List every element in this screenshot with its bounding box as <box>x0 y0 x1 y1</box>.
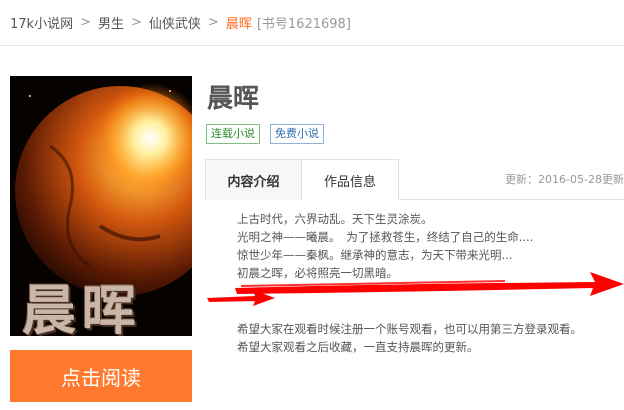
breadcrumb-current: 晨晖 <box>225 17 252 32</box>
book-description: 上古时代，六界动乱。天下生灵涂炭。 光明之神——曦晨。 为了拯救苍生，终结了自己… <box>237 210 622 356</box>
breadcrumb: 17k小说网 > 男生 > 仙侠武侠 > 晨晖 [书号1621698] <box>0 0 624 46</box>
tag-list: 连载小说 免费小说 <box>206 124 324 144</box>
update-time: 更新：2016-05-28更新 <box>505 173 624 186</box>
read-button[interactable]: 点击阅读 <box>10 350 192 402</box>
book-cover[interactable]: 晨晖 <box>10 76 192 336</box>
breadcrumb-male-link[interactable]: 男生 <box>98 13 124 32</box>
breadcrumb-separator: > <box>131 15 142 30</box>
breadcrumb-category-link[interactable]: 仙侠武侠 <box>149 13 201 32</box>
tab-bar: 内容介绍 作品信息 更新：2016-05-28更新 <box>205 159 624 200</box>
book-id: [书号1621698] <box>256 17 351 32</box>
cover-title: 晨晖 <box>22 278 142 336</box>
description-line: 惊世少年——秦枫。继承神的意志，为天下带来光明... <box>237 248 513 262</box>
tag-free[interactable]: 免费小说 <box>270 124 324 144</box>
book-page: 17k小说网 > 男生 > 仙侠武侠 > 晨晖 [书号1621698] 晨晖 点… <box>0 0 624 410</box>
description-line: 光明之神——曦晨。 为了拯救苍生，终结了自己的生命.... <box>237 230 534 244</box>
breadcrumb-separator: > <box>80 15 91 30</box>
description-line: 初晨之晖，必将照亮一切黑暗。 <box>237 266 398 280</box>
description-line: 上古时代，六界动乱。天下生灵涂炭。 <box>237 212 433 226</box>
description-line: 希望大家观看之后收藏，一直支持晨晖的更新。 <box>237 340 479 354</box>
tab-work-info[interactable]: 作品信息 <box>301 159 399 200</box>
tag-serial[interactable]: 连载小说 <box>206 124 260 144</box>
description-line: 希望大家在观看时候注册一个账号观看，也可以用第三方登录观看。 <box>237 322 582 336</box>
tab-intro[interactable]: 内容介绍 <box>205 159 302 200</box>
book-title: 晨晖 <box>207 84 260 114</box>
breadcrumb-separator: > <box>207 15 219 30</box>
breadcrumb-home-link[interactable]: 17k小说网 <box>10 13 73 32</box>
